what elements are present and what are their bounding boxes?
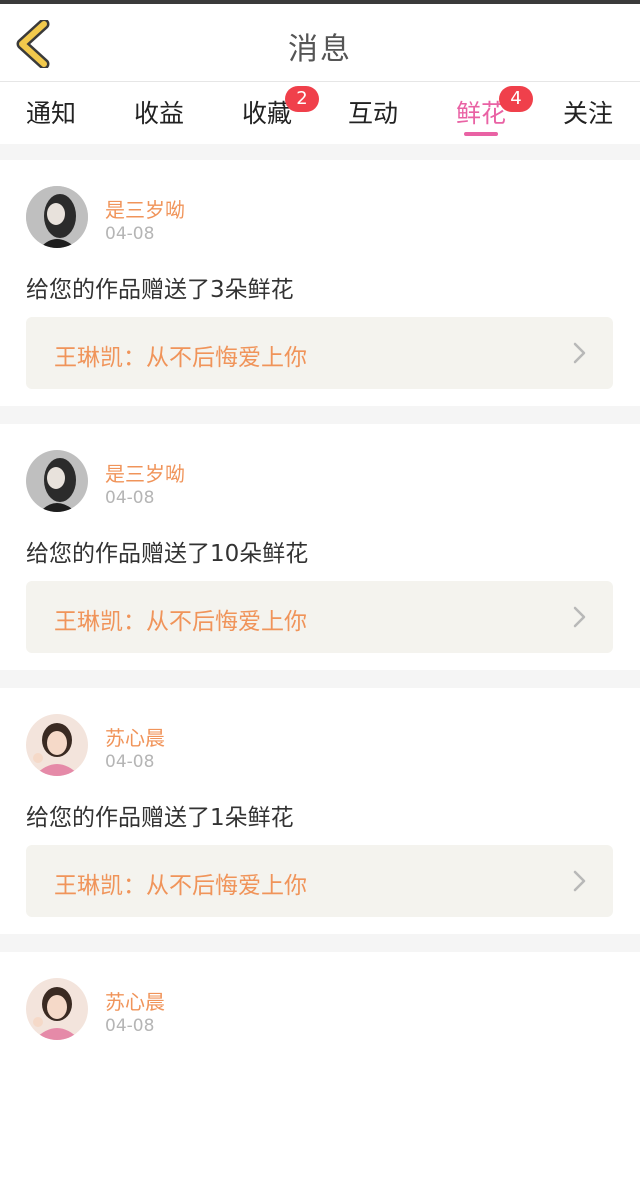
unread-badge: 2 [285, 86, 319, 112]
gift-message: 给您的作品赠送了3朵鲜花 [26, 277, 294, 303]
chevron-right-icon [573, 870, 586, 892]
avatar[interactable] [26, 450, 88, 512]
chevron-right-icon [573, 342, 586, 364]
timestamp: 04-08 [105, 224, 155, 244]
tab-bar: 通知 收益 收藏 2 互动 鲜花 4 关注 [0, 82, 640, 144]
timestamp: 04-08 [105, 1016, 155, 1036]
work-title: 王琳凯：从不后悔爱上你 [54, 345, 307, 371]
tab-label: 收藏 [241, 99, 292, 128]
list-item: 苏心晨 04-08 [0, 952, 640, 1198]
work-link[interactable]: 王琳凯：从不后悔爱上你 [26, 845, 613, 917]
tab-label: 鲜花 [455, 99, 506, 128]
work-title: 王琳凯：从不后悔爱上你 [54, 873, 307, 899]
list-item: 是三岁呦 04-08 给您的作品赠送了3朵鲜花 王琳凯：从不后悔爱上你 [0, 160, 640, 406]
timestamp: 04-08 [105, 488, 155, 508]
timestamp: 04-08 [105, 752, 155, 772]
chevron-right-icon [573, 606, 586, 628]
app-header: 消息 [0, 4, 640, 82]
tab-following[interactable]: 关注 [543, 94, 633, 138]
work-title: 王琳凯：从不后悔爱上你 [54, 609, 307, 635]
work-link[interactable]: 王琳凯：从不后悔爱上你 [26, 581, 613, 653]
sender-username[interactable]: 苏心晨 [105, 722, 165, 751]
list-item: 是三岁呦 04-08 给您的作品赠送了10朵鲜花 王琳凯：从不后悔爱上你 [0, 424, 640, 670]
avatar-image [26, 714, 88, 776]
page-title: 消息 [288, 32, 352, 67]
tab-earnings[interactable]: 收益 [114, 94, 204, 138]
tab-interactions[interactable]: 互动 [328, 94, 418, 138]
active-tab-indicator [464, 132, 498, 136]
tab-label: 关注 [562, 99, 613, 128]
gift-message: 给您的作品赠送了1朵鲜花 [26, 805, 294, 831]
tab-label: 互动 [347, 99, 398, 128]
gift-message: 给您的作品赠送了10朵鲜花 [26, 541, 309, 567]
sender-username[interactable]: 是三岁呦 [105, 194, 185, 223]
sender-username[interactable]: 是三岁呦 [105, 458, 185, 487]
sender-username[interactable]: 苏心晨 [105, 986, 165, 1015]
avatar[interactable] [26, 978, 88, 1040]
work-link[interactable]: 王琳凯：从不后悔爱上你 [26, 317, 613, 389]
tab-label: 通知 [25, 99, 76, 128]
avatar[interactable] [26, 714, 88, 776]
tab-favorites[interactable]: 收藏 2 [222, 86, 319, 138]
tab-label: 收益 [133, 99, 184, 128]
tab-flowers[interactable]: 鲜花 4 [436, 86, 533, 138]
tab-notifications[interactable]: 通知 [6, 94, 96, 138]
list-item: 苏心晨 04-08 给您的作品赠送了1朵鲜花 王琳凯：从不后悔爱上你 [0, 688, 640, 934]
avatar-image [26, 978, 88, 1040]
avatar[interactable] [26, 186, 88, 248]
avatar-image [26, 186, 88, 248]
unread-badge: 4 [499, 86, 533, 112]
avatar-image [26, 450, 88, 512]
